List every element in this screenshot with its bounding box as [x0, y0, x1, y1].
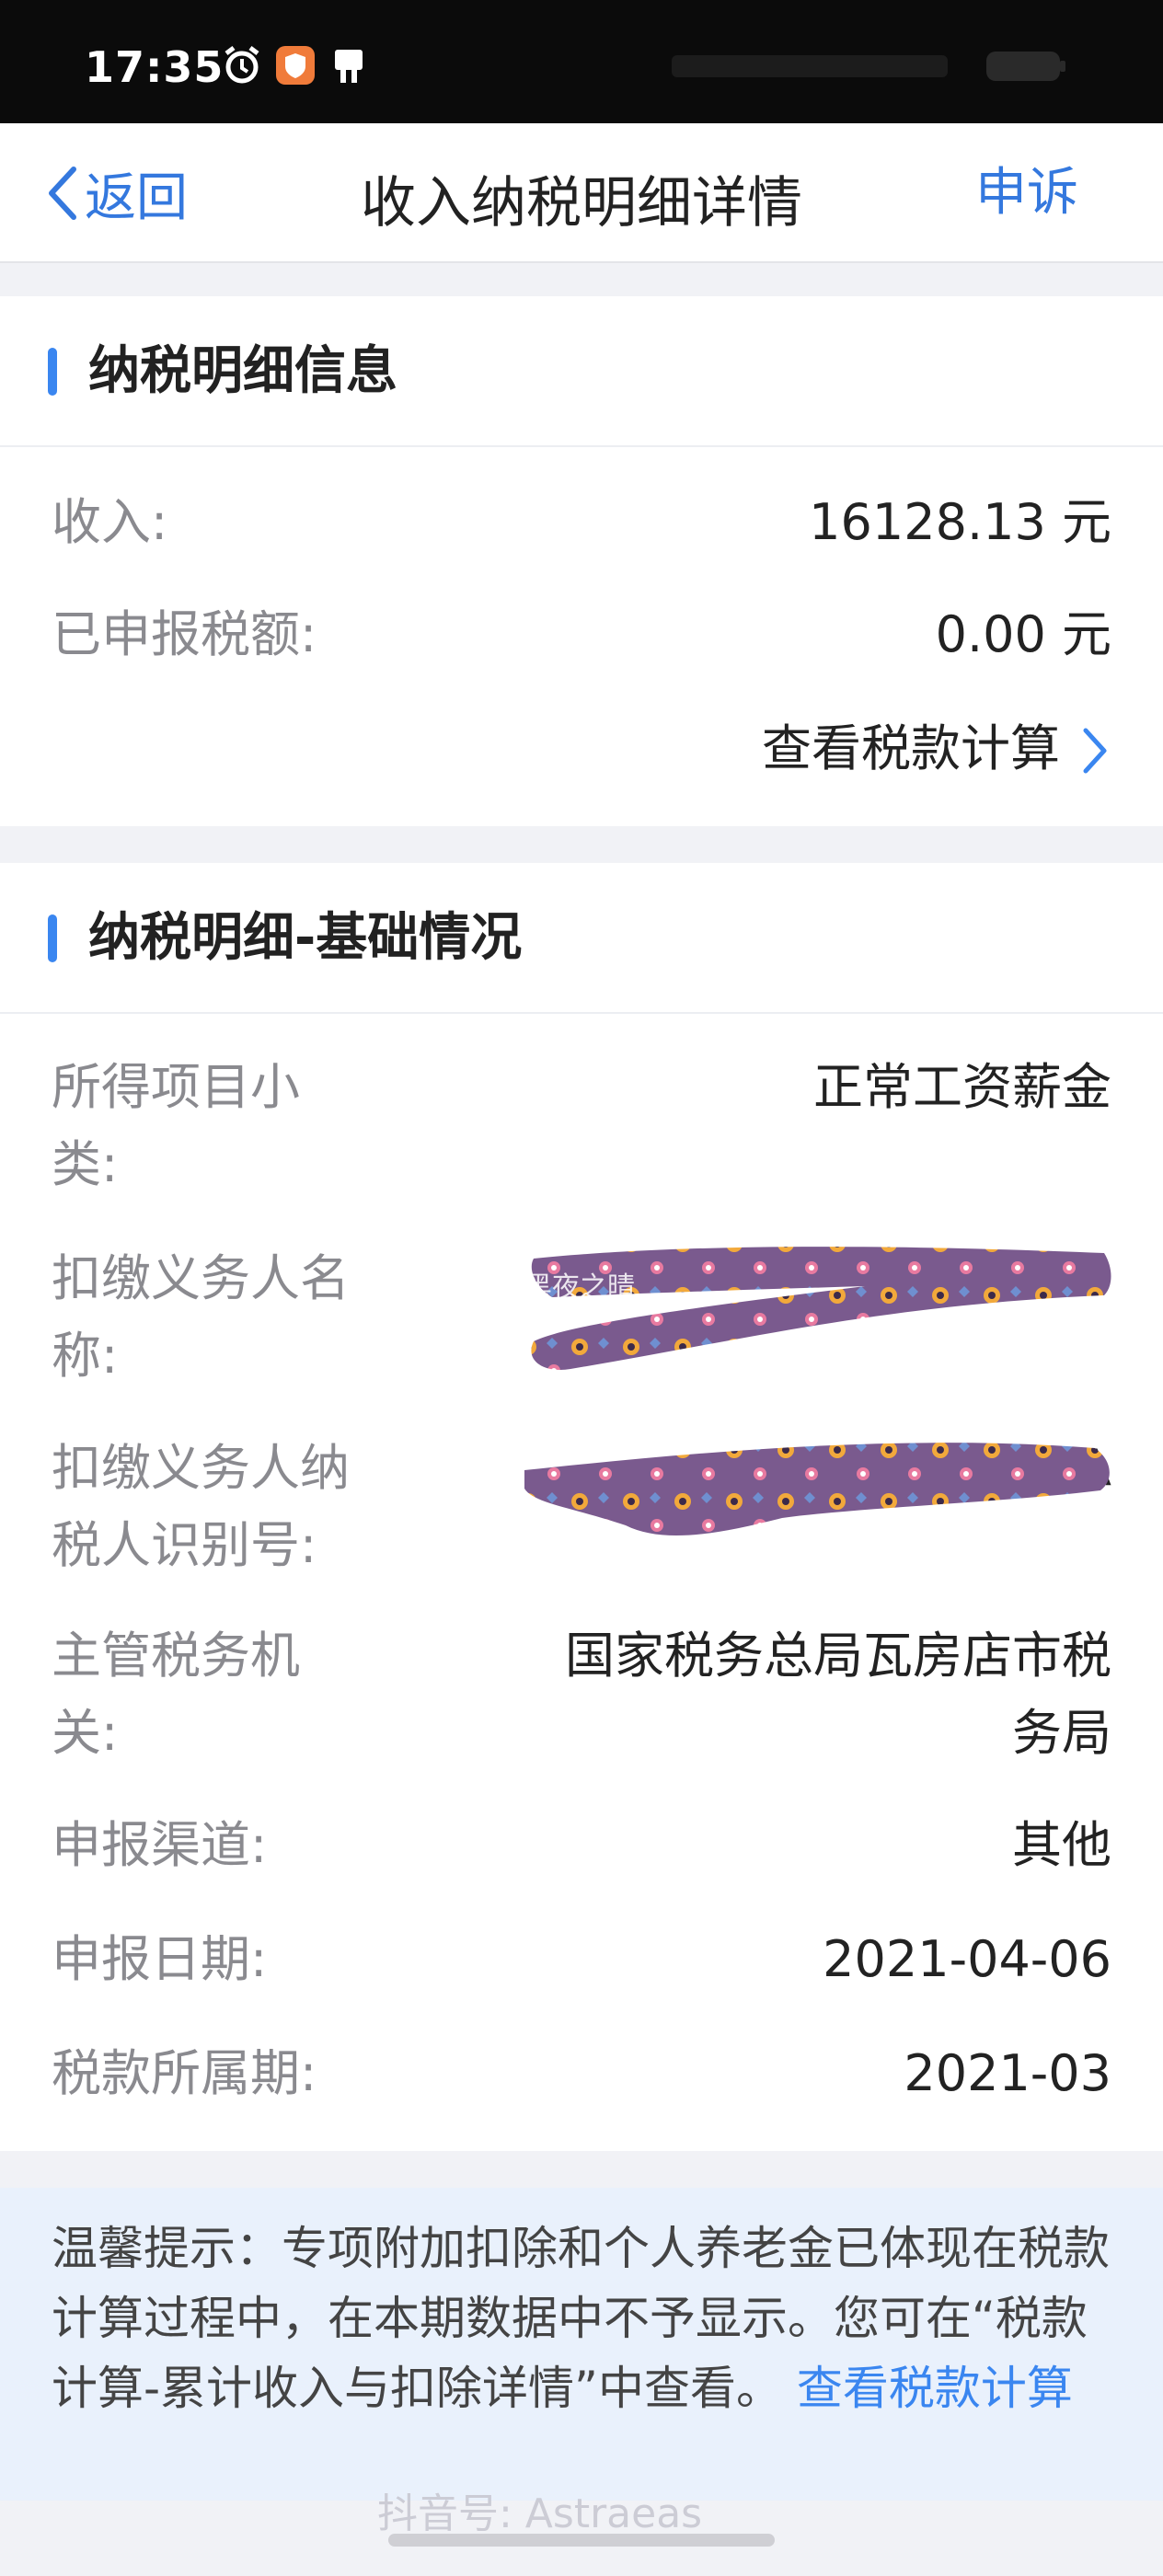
- withholder-label: 扣缴义务人名 称:: [52, 1249, 350, 1385]
- withholder-taxid-label: 扣缴义务人纳 税人识别号:: [52, 1439, 350, 1574]
- tax-amount-label: 已申报税额:: [52, 605, 317, 663]
- nav-bar: 返回 收入纳税明细详情 申诉: [0, 123, 1163, 263]
- douyin-watermark: 抖音号: Astraeas: [377, 2490, 703, 2537]
- tip-calc-link[interactable]: 查看税款计算: [797, 2362, 1073, 2415]
- tax-authority-row: 主管税务机 关: 国家税务总局瓦房店市税 务局: [52, 1617, 1111, 1774]
- income-label: 收入:: [52, 493, 168, 551]
- battery-icon: [986, 52, 1065, 81]
- basic-info-card: 纳税明细-基础情况 所得项目小 类: 正常工资薪金 扣缴义务人名 称: 扣缴义务人纳…: [0, 863, 1163, 2151]
- channel-label: 申报渠道:: [52, 1816, 268, 1874]
- tip-text: 温馨提示：专项附加扣除和个人养老金已体现在税款计算过程中，在本期数据中不予显示。…: [52, 2222, 1110, 2415]
- section-title: 纳税明细信息: [88, 341, 397, 401]
- tax-authority-value: 国家税务总局瓦房店市税 务局: [565, 1627, 1111, 1762]
- section-header: 纳税明细信息: [0, 296, 1163, 447]
- section-title: 纳税明细-基础情况: [88, 908, 523, 968]
- phone-icon: [335, 50, 363, 83]
- signal-icons: [672, 55, 948, 77]
- appeal-button[interactable]: 申诉: [975, 158, 1078, 228]
- home-indicator: [388, 2534, 775, 2547]
- tip-box: 温馨提示：专项附加扣除和个人养老金已体现在税款计算过程中，在本期数据中不予显示。…: [0, 2188, 1163, 2501]
- income-item-label: 所得项目小 类:: [52, 1058, 300, 1193]
- tax-authority-label: 主管税务机 关:: [52, 1627, 300, 1762]
- income-item-value: 正常工资薪金: [813, 1058, 1111, 1116]
- tax-amount-value: 0.00 元: [935, 605, 1111, 663]
- status-bar: 17:35: [0, 0, 1163, 123]
- section-marker: [48, 348, 57, 396]
- tax-period-label: 税款所属期:: [52, 2044, 317, 2102]
- income-item-row: 所得项目小 类: 正常工资薪金: [52, 1049, 1111, 1205]
- alarm-icon: [225, 46, 259, 84]
- view-tax-calculation-link[interactable]: 查看税款计算: [762, 710, 1060, 788]
- status-time: 17:35: [85, 42, 225, 92]
- tax-period-value: 2021-03: [904, 2044, 1111, 2102]
- channel-value: 其他: [1012, 1816, 1111, 1874]
- weibo-watermark: @小黑夜之晴: [469, 1271, 635, 1304]
- filing-date-label: 申报日期:: [52, 1930, 268, 1988]
- tax-detail-card: 纳税明细信息 收入: 16128.13 元 已申报税额: 0.00 元 查看税款…: [0, 296, 1163, 826]
- income-value: 16128.13 元: [809, 493, 1111, 551]
- filing-date-value: 2021-04-06: [823, 1930, 1111, 1988]
- section-marker: [48, 914, 57, 962]
- chevron-right-icon[interactable]: [1078, 727, 1111, 775]
- section-header: 纳税明细-基础情况: [0, 863, 1163, 1014]
- shield-app-icon: [276, 46, 315, 85]
